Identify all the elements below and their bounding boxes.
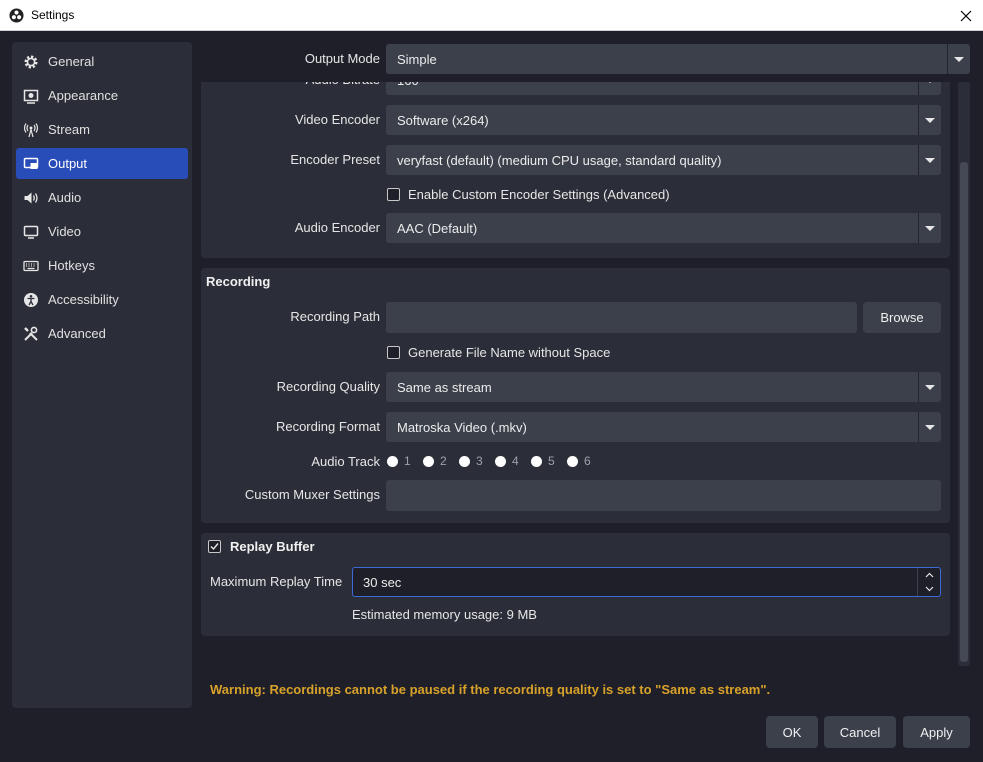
audio-encoder-value: AAC (Default) (397, 221, 478, 236)
audio-track-radio-3[interactable]: 3 (459, 454, 483, 468)
audio-track-radio-6[interactable]: 6 (567, 454, 591, 468)
recording-format-combo[interactable]: Matroska Video (.mkv) (386, 412, 941, 442)
checkmark-icon (210, 543, 219, 551)
replay-buffer-group: Replay Buffer Maximum Replay Time 30 sec… (201, 533, 950, 636)
sidebar-item-video[interactable]: Video (16, 216, 188, 247)
recording-format-value: Matroska Video (.mkv) (397, 420, 527, 435)
accessibility-icon (22, 291, 40, 309)
chevron-down-icon (918, 213, 941, 243)
sidebar-item-label: Output (48, 156, 88, 171)
output-settings-panel: Audio Bitrate 160 Video Encoder Software… (201, 42, 971, 666)
sidebar-item-audio[interactable]: Audio (16, 182, 188, 213)
recording-quality-value: Same as stream (397, 380, 492, 395)
vertical-scrollbar[interactable] (958, 82, 970, 666)
sidebar-item-label: Appearance (48, 88, 119, 103)
custom-encoder-settings-checkbox[interactable] (387, 188, 400, 201)
replay-buffer-title: Replay Buffer (230, 539, 315, 554)
sidebar-item-label: Audio (48, 190, 82, 205)
chevron-down-icon (947, 44, 970, 74)
audio-track-radio-2[interactable]: 2 (423, 454, 447, 468)
scrollbar-thumb[interactable] (960, 162, 968, 662)
chevron-up-icon[interactable] (918, 568, 940, 582)
recording-path-label: Recording Path (290, 309, 380, 324)
audio-encoder-label: Audio Encoder (294, 220, 380, 235)
tools-icon (22, 325, 40, 343)
output-mode-combo[interactable]: Simple (386, 44, 970, 74)
audio-track-label: Audio Track (311, 454, 380, 469)
chevron-down-icon (918, 372, 941, 402)
output-icon (22, 155, 40, 173)
chevron-down-icon (918, 145, 941, 175)
sidebar-item-label: Hotkeys (48, 258, 95, 273)
sidebar-item-label: General (48, 54, 95, 69)
cancel-button[interactable]: Cancel (824, 716, 896, 748)
chevron-down-icon (918, 412, 941, 442)
recording-format-label: Recording Format (275, 419, 380, 434)
sidebar-item-label: Advanced (48, 326, 106, 341)
replay-buffer-checkbox[interactable] (208, 540, 221, 553)
chevron-down-icon[interactable] (918, 582, 940, 596)
recording-group-title: Recording (206, 274, 271, 289)
monitor-icon (22, 223, 40, 241)
sidebar-item-label: Video (48, 224, 82, 239)
keyboard-icon (22, 257, 40, 275)
output-mode-value: Simple (397, 52, 437, 67)
sidebar-item-appearance[interactable]: Appearance (16, 80, 188, 111)
video-encoder-value: Software (x264) (397, 113, 489, 128)
sidebar-item-label: Accessibility (48, 292, 119, 307)
audio-track-radio-1[interactable]: 1 (387, 454, 411, 468)
ok-button[interactable]: OK (766, 716, 818, 748)
output-mode-row: Output Mode Simple (201, 42, 971, 82)
gear-icon (22, 53, 40, 71)
sidebar-item-output[interactable]: Output (16, 148, 188, 179)
title-bar: Settings (0, 0, 983, 31)
settings-sidebar: General Appearance Stream Output Audio V… (12, 42, 192, 708)
sidebar-item-accessibility[interactable]: Accessibility (16, 284, 188, 315)
max-replay-time-label: Maximum Replay Time (210, 574, 343, 589)
close-icon (960, 10, 972, 21)
sidebar-item-hotkeys[interactable]: Hotkeys (16, 250, 188, 281)
custom-muxer-label: Custom Muxer Settings (244, 487, 380, 502)
encoder-preset-value: veryfast (default) (medium CPU usage, st… (397, 153, 722, 168)
max-replay-time-spinbox[interactable]: 30 sec (352, 567, 941, 597)
window-title: Settings (31, 8, 75, 22)
estimated-memory-text: Estimated memory usage: 9 MB (352, 607, 537, 622)
audio-track-radio-4[interactable]: 4 (495, 454, 519, 468)
audio-track-radio-5[interactable]: 5 (531, 454, 555, 468)
obs-logo-icon (9, 8, 24, 23)
stream-icon (22, 121, 40, 139)
encoder-preset-combo[interactable]: veryfast (default) (medium CPU usage, st… (386, 145, 941, 175)
sidebar-item-general[interactable]: General (16, 46, 188, 77)
apply-button[interactable]: Apply (903, 716, 970, 748)
appearance-icon (22, 87, 40, 105)
chevron-down-icon (918, 105, 941, 135)
recording-quality-combo[interactable]: Same as stream (386, 372, 941, 402)
output-mode-label: Output Mode (304, 51, 380, 66)
spin-buttons (917, 568, 940, 596)
no-space-filename-checkbox[interactable] (387, 346, 400, 359)
recording-quality-label: Recording Quality (276, 379, 380, 394)
video-encoder-combo[interactable]: Software (x264) (386, 105, 941, 135)
custom-encoder-settings-label: Enable Custom Encoder Settings (Advanced… (408, 187, 670, 202)
recording-path-input[interactable] (386, 302, 857, 333)
sidebar-item-label: Stream (48, 122, 90, 137)
recording-group: Recording Recording Path Browse Generate… (201, 268, 950, 523)
warning-message: Warning: Recordings cannot be paused if … (210, 682, 771, 697)
encoder-preset-label: Encoder Preset (290, 152, 380, 167)
max-replay-time-value: 30 sec (363, 575, 402, 590)
speaker-icon (22, 189, 40, 207)
sidebar-item-advanced[interactable]: Advanced (16, 318, 188, 349)
sidebar-item-stream[interactable]: Stream (16, 114, 188, 145)
video-encoder-label: Video Encoder (294, 112, 380, 127)
browse-button[interactable]: Browse (863, 302, 941, 333)
no-space-filename-label: Generate File Name without Space (408, 345, 611, 360)
audio-encoder-combo[interactable]: AAC (Default) (386, 213, 941, 243)
custom-muxer-input[interactable] (386, 480, 941, 511)
close-button[interactable] (949, 0, 983, 31)
